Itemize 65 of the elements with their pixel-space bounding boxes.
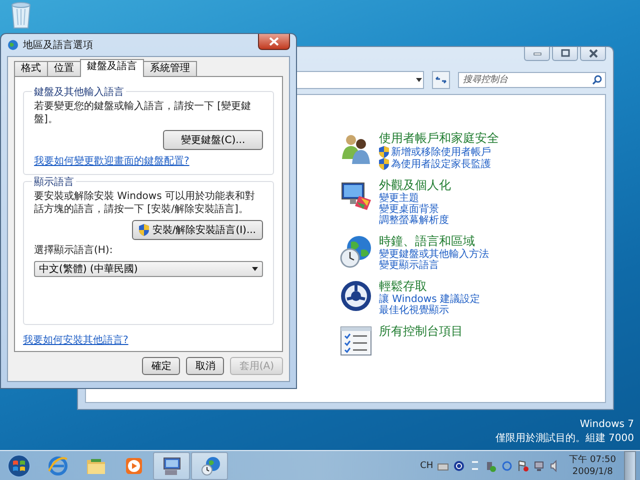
minimize-button[interactable] (524, 47, 550, 61)
maximize-icon (558, 48, 572, 59)
task-link[interactable]: 調整螢幕解析度 (379, 215, 449, 226)
language-dropdown[interactable]: 中文(繁體) (中華民國) (34, 261, 263, 277)
globe-icon (7, 39, 19, 51)
category-link[interactable]: 外觀及個人化 (379, 178, 451, 193)
dropdown-icon (252, 266, 258, 272)
task-link[interactable]: 變更桌面背景 (379, 204, 439, 215)
category-link[interactable]: 時鐘、語言和區域 (379, 234, 475, 249)
globe-clock-icon (198, 454, 220, 476)
search-icon (592, 75, 602, 85)
change-keyboard-button[interactable]: 變更鍵盤(C)... (163, 130, 263, 150)
taskbar-button[interactable] (191, 452, 228, 480)
taskbar-button[interactable] (153, 452, 190, 480)
refresh-icon (435, 75, 447, 85)
task-link[interactable]: 為使用者設定家長監護 (379, 158, 491, 170)
description-text: 要安裝或解除安裝 Windows 可以用於功能表和對話方塊的語言，請按一下 [安裝/解除安裝語言]。 (34, 190, 256, 216)
checklist-icon (339, 324, 373, 358)
start-button[interactable] (7, 454, 31, 478)
category-link[interactable]: 所有控制台項目 (379, 324, 463, 339)
usb-device-icon[interactable] (485, 460, 498, 472)
task-link[interactable]: 新增或移除使用者帳戶 (379, 146, 491, 158)
description-text: 若要變更您的鍵盤或輸入語言，請按一下 [變更鍵盤]。 (34, 100, 252, 126)
task-link[interactable]: 最佳化視覺顯示 (379, 305, 449, 316)
tab[interactable]: 格式 (14, 61, 48, 76)
dialog-button[interactable]: 取消 (186, 357, 224, 375)
watermark-text: Windows 7 (578, 418, 634, 432)
group-heading: 鍵盤及其他輸入語言 (32, 85, 126, 99)
help-link[interactable]: 我要如何變更歡迎畫面的鍵盤配置? (34, 154, 190, 168)
window-title: 地區及語言選項 (23, 38, 94, 52)
task-link[interactable]: 變更主題 (379, 193, 419, 204)
install-language-button[interactable]: 安裝/解除安裝語言(I)... (132, 220, 263, 240)
globe-clock-icon (339, 234, 373, 268)
field-label: 選擇顯示語言(H): (34, 244, 114, 257)
shield-icon (139, 224, 150, 236)
close-button[interactable] (580, 47, 606, 61)
show-desktop-button[interactable] (624, 450, 636, 480)
tab[interactable]: 系統管理 (143, 61, 197, 76)
maximize-button[interactable] (552, 47, 578, 61)
task-link[interactable]: 讓 Windows 建議設定 (379, 294, 480, 305)
help-link[interactable]: 我要如何安裝其他語言? (23, 333, 128, 347)
group-heading: 顯示語言 (32, 175, 76, 189)
refresh-button[interactable] (432, 71, 450, 89)
search-field[interactable]: 搜尋控制台 (458, 72, 606, 88)
close-button[interactable] (258, 34, 290, 50)
accessibility-icon (339, 279, 373, 313)
input-language-indicator[interactable]: CH (420, 460, 434, 470)
clock[interactable]: 下午 07:50 2009/1/8 (569, 454, 616, 478)
recycle-bin-icon[interactable] (9, 1, 33, 29)
shield-icon (379, 146, 389, 158)
browser-icon (46, 454, 68, 476)
dropdown-icon (415, 76, 423, 84)
monitor-icon (160, 454, 182, 476)
flag-icon[interactable] (517, 460, 530, 472)
category-link[interactable]: 輕鬆存取 (379, 279, 427, 294)
task-link[interactable]: 變更顯示語言 (379, 260, 439, 271)
dialog-button[interactable]: 確定 (142, 357, 180, 375)
task-link[interactable]: 變更鍵盤或其他輸入方法 (379, 249, 489, 260)
shield-icon (379, 158, 389, 170)
watermark-text: 僅限用於測試目的。組建 7000 (495, 432, 634, 446)
close-icon (269, 37, 279, 46)
close-icon (586, 48, 600, 59)
category-link[interactable]: 使用者帳戶和家庭安全 (379, 131, 499, 146)
tab[interactable]: 鍵盤及語言 (80, 59, 144, 77)
tab[interactable]: 位置 (47, 61, 81, 76)
